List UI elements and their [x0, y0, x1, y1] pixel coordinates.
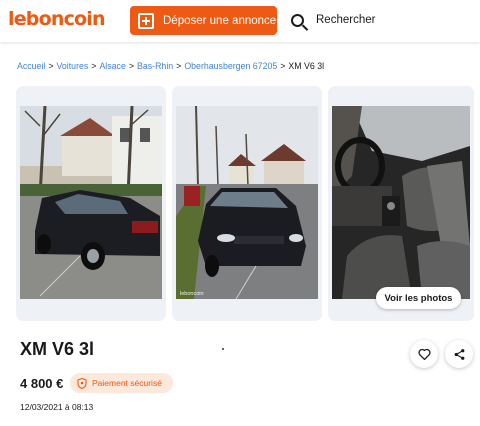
- shield-icon: [77, 377, 87, 389]
- car-interior-photo: [332, 106, 470, 299]
- gallery-photo-1[interactable]: [16, 86, 166, 321]
- divider-dot: [222, 348, 224, 350]
- breadcrumb: Accueil > Voitures > Alsace > Bas-Rhin > Oberhau…: [17, 61, 324, 71]
- car-rear-photo: [20, 106, 162, 299]
- logo[interactable]: leboncoin: [8, 8, 106, 30]
- listing-date: 12/03/2021 à 08:13: [20, 402, 94, 412]
- see-photos-button[interactable]: Voir les photos: [376, 287, 461, 309]
- breadcrumb-separator: >: [280, 61, 286, 71]
- gallery-photo-2[interactable]: leboncoin: [172, 86, 322, 321]
- gallery-photo-3[interactable]: [328, 86, 474, 321]
- secure-payment-label: Paiement sécurisé: [92, 378, 162, 388]
- listing-price: 4 800 €: [20, 376, 64, 391]
- search-icon: [291, 13, 304, 27]
- favorite-button[interactable]: [410, 340, 438, 368]
- breadcrumb-link-department[interactable]: Bas-Rhin: [137, 61, 173, 71]
- post-ad-button[interactable]: Déposer une annonce: [130, 6, 277, 35]
- photo-watermark: leboncoin: [180, 291, 204, 297]
- breadcrumb-link-cars[interactable]: Voitures: [57, 61, 89, 71]
- top-bar: leboncoin Déposer une annonce Rechercher: [0, 0, 480, 42]
- share-icon: [454, 348, 464, 360]
- breadcrumb-separator: >: [176, 61, 182, 71]
- breadcrumb-separator: >: [48, 61, 54, 71]
- car-front-photo: leboncoin: [176, 106, 318, 299]
- listing-title: XM V6 3l: [20, 339, 95, 359]
- post-ad-label: Déposer une annonce: [163, 14, 277, 27]
- secure-payment-badge: Paiement sécurisé: [70, 373, 173, 393]
- breadcrumb-link-home[interactable]: Accueil: [17, 61, 45, 71]
- share-button[interactable]: [445, 340, 473, 368]
- breadcrumb-current: XM V6 3l: [288, 61, 325, 71]
- heart-icon: [417, 348, 431, 360]
- breadcrumb-link-region[interactable]: Alsace: [99, 61, 125, 71]
- search-button[interactable]: Rechercher: [291, 9, 375, 31]
- breadcrumb-separator: >: [128, 61, 134, 71]
- search-label: Rechercher: [316, 14, 376, 26]
- breadcrumb-link-city[interactable]: Oberhausbergen 67205: [184, 61, 277, 71]
- plus-square-icon: [138, 12, 154, 29]
- breadcrumb-separator: >: [91, 61, 97, 71]
